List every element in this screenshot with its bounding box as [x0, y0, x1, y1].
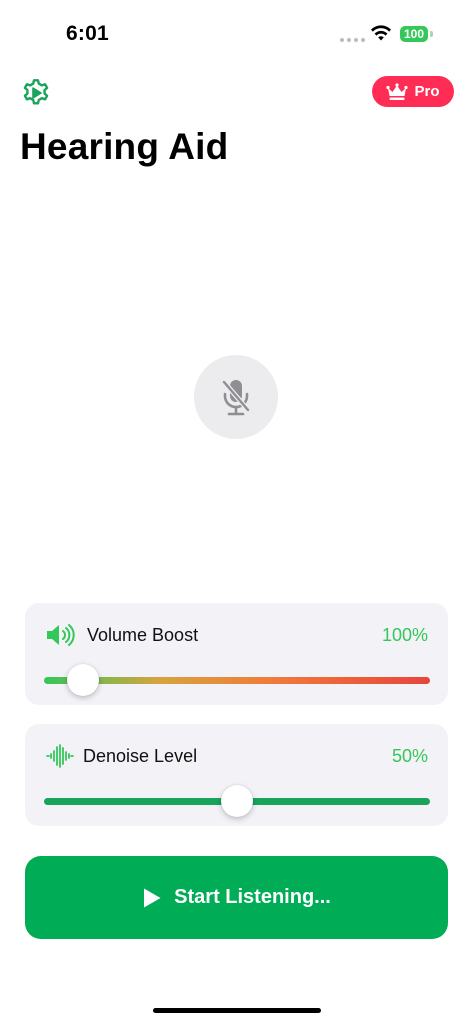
denoise-level-slider-thumb[interactable] [221, 785, 253, 817]
denoise-level-value: 50% [391, 746, 428, 766]
cellular-dots-icon [340, 38, 365, 42]
start-listening-button[interactable]: Start Listening... [25, 856, 448, 939]
pro-label: Pro [414, 83, 440, 100]
gear-play-icon [23, 79, 49, 105]
settings-button[interactable] [20, 76, 52, 108]
microphone-slash-icon [221, 379, 251, 416]
volume-boost-slider-thumb[interactable] [66, 664, 99, 696]
battery-tip [430, 31, 433, 37]
denoise-level-label: Denoise Level [83, 746, 198, 766]
home-indicator [153, 1008, 321, 1013]
battery-indicator: 100 [400, 26, 428, 42]
speaker-wave-icon [47, 624, 75, 646]
status-bar: 6:01 100 [0, 0, 473, 60]
volume-boost-slider-track[interactable] [44, 677, 430, 684]
waveform-icon [46, 744, 74, 768]
volume-boost-label: Volume Boost [87, 625, 199, 645]
status-time: 6:01 [66, 22, 109, 45]
pro-upgrade-button[interactable]: Pro [372, 76, 454, 107]
play-icon [144, 888, 161, 907]
page-title: Hearing Aid [20, 126, 229, 167]
volume-boost-card: Volume Boost 100% [25, 603, 448, 705]
denoise-level-card: Denoise Level 50% [25, 724, 448, 826]
start-listening-label: Start Listening... [174, 886, 331, 908]
volume-boost-value: 100% [381, 625, 428, 645]
wifi-icon [371, 25, 391, 41]
microphone-button[interactable] [194, 355, 278, 439]
crown-icon [386, 82, 409, 100]
